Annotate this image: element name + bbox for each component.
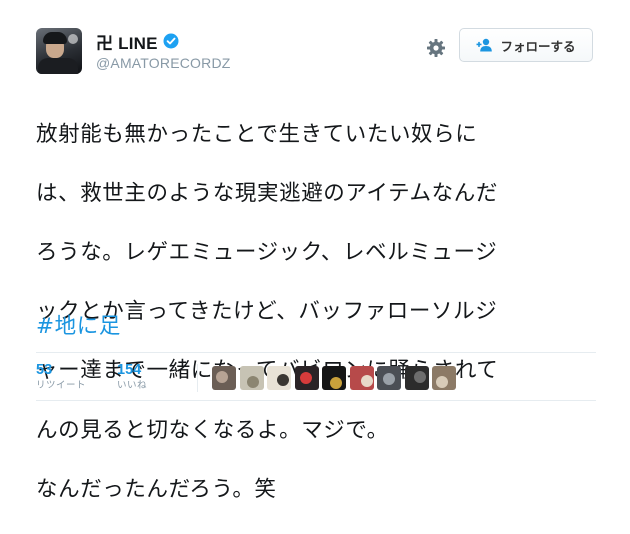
avatar-light [68, 34, 78, 44]
liker-avatar-2-figure [246, 376, 259, 388]
liker-avatar-9-figure [436, 376, 448, 388]
liker-avatar-5-figure [330, 377, 342, 389]
tweet-line: 放射能も無かったことで生きていたい奴らに [36, 121, 478, 147]
liker-avatar-4-figure [299, 372, 312, 384]
tweet-line: なんだったんだろう。笑 [36, 476, 277, 502]
liker-avatar-8-figure [413, 371, 426, 383]
tweet-line: ろうな。レゲエミュージック、レベルミュージ [36, 239, 498, 265]
likers-avatar-row [212, 366, 460, 390]
tweet-line: は、救世主のような現実逃避のアイテムなんだ [36, 180, 498, 206]
liker-avatar-6[interactable] [349, 366, 374, 390]
liker-avatar-3-figure [277, 374, 289, 386]
gear-icon[interactable] [426, 38, 446, 58]
person-add-icon [476, 38, 493, 52]
liker-avatar-9[interactable] [432, 366, 456, 390]
user-handle[interactable]: @AMATORECORDZ [96, 55, 231, 71]
liker-avatar-4[interactable] [294, 366, 319, 390]
like-count-number: 154 [117, 362, 142, 378]
stats-separator [197, 364, 198, 392]
retweet-count[interactable]: 53 リツイート [36, 362, 86, 393]
liker-avatar-3[interactable] [267, 366, 291, 390]
liker-avatar-5[interactable] [322, 366, 346, 390]
liker-avatar-6-figure [360, 375, 373, 387]
avatar-shirt [38, 58, 78, 74]
like-count-label: いいね [117, 380, 148, 391]
liker-avatar-8[interactable] [404, 366, 429, 390]
user-name-row[interactable]: 卍 LINE [96, 29, 179, 54]
liker-avatar-1[interactable] [212, 366, 236, 390]
avatar[interactable] [36, 28, 82, 74]
verified-badge-icon [163, 33, 179, 49]
follow-button-label: フォローする [500, 38, 576, 54]
divider [36, 400, 596, 401]
follow-button[interactable]: フォローする [459, 28, 593, 62]
avatar-hair [43, 32, 67, 44]
liker-avatar-1-figure [216, 371, 228, 383]
tweet-line: んの見ると切なくなるよ。マジで。 [36, 417, 389, 443]
tweet-card: 卍 LINE @AMATORECORDZ フォローする 放射能も無かったことで生… [0, 0, 630, 502]
retweet-count-label: リツイート [36, 380, 87, 391]
like-count[interactable]: 154 いいね [117, 362, 147, 393]
retweet-count-number: 53 [36, 362, 53, 378]
display-name[interactable]: 卍 LINE [96, 29, 158, 54]
liker-avatar-7-figure [383, 373, 395, 385]
liker-avatar-7[interactable] [377, 366, 401, 390]
divider [36, 352, 596, 353]
hashtag-link[interactable]: #地に足 [36, 312, 121, 342]
liker-avatar-2[interactable] [239, 366, 264, 390]
